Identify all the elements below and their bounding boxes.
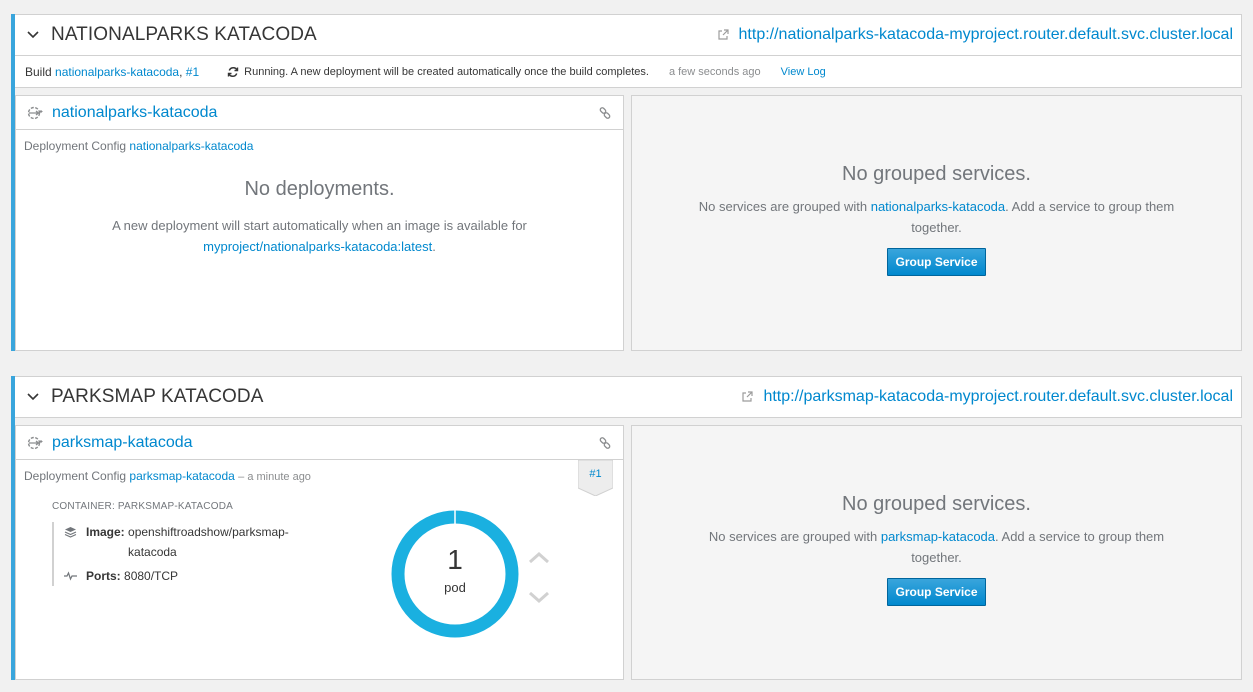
deployment-config-card: nationalparks-katacoda Deployment Config… [15, 95, 624, 351]
chevron-down-icon[interactable] [15, 31, 51, 39]
app-title: NATIONALPARKS KATACODA [51, 24, 317, 45]
image-value: openshiftroadshow/parksmap-katacoda [128, 525, 289, 559]
layers-icon [64, 522, 78, 542]
config-label: Deployment Config [24, 469, 127, 483]
deployment-config-name[interactable]: nationalparks-katacoda [52, 104, 217, 122]
app-section-nationalparks: NATIONALPARKS KATACODA http://nationalpa… [11, 14, 1242, 351]
deployment-number-link[interactable]: #1 [578, 468, 613, 480]
grouped-services-text: No services are grouped with nationalpar… [632, 196, 1241, 238]
container-label: CONTAINER: PARKSMAP-KATACODA [52, 501, 233, 512]
config-time: a minute ago [247, 471, 311, 483]
group-service-button[interactable]: Group Service [887, 248, 986, 276]
deployment-config-card: parksmap-katacoda Deployment Config park… [15, 425, 624, 680]
chain-link-icon[interactable] [599, 106, 613, 120]
external-link-icon [717, 28, 731, 42]
build-status-bar: Build nationalparks-katacoda, #1 Running… [15, 56, 1242, 88]
grouped-services-text: No services are grouped with parksmap-ka… [632, 526, 1241, 568]
chevron-up-icon[interactable] [527, 548, 551, 566]
no-grouped-services-title: No grouped services. [842, 493, 1031, 515]
app-header: PARKSMAP KATACODA http://parksmap-kataco… [15, 376, 1242, 418]
chevron-down-icon[interactable] [527, 588, 551, 606]
deployment-number-badge[interactable]: #1 [577, 459, 614, 497]
container-info: CONTAINER: PARKSMAP-KATACODA Image: open… [52, 501, 342, 590]
deployment-config-icon [26, 434, 44, 452]
route-link[interactable]: http://nationalparks-katacoda-myproject.… [739, 26, 1233, 44]
config-name-link[interactable]: parksmap-katacoda [129, 469, 234, 483]
app-title: PARKSMAP KATACODA [51, 386, 264, 407]
deployment-config-name[interactable]: parksmap-katacoda [52, 434, 193, 452]
grouped-services-text-start: No services are grouped with [698, 199, 871, 214]
build-prefix: Build [25, 64, 52, 79]
route-link[interactable]: http://parksmap-katacoda-myproject.route… [763, 388, 1233, 406]
app-header: NATIONALPARKS KATACODA http://nationalpa… [15, 14, 1242, 56]
app-section-parksmap: PARKSMAP KATACODA http://parksmap-kataco… [11, 376, 1242, 680]
pod-label: pod [444, 580, 466, 595]
build-time: a few seconds ago [668, 65, 761, 78]
group-service-button[interactable]: Group Service [887, 578, 986, 606]
ports-label: Ports: [86, 569, 121, 583]
refresh-icon [227, 66, 239, 78]
ports-value: 8080/TCP [124, 569, 179, 583]
grouped-services-dc-link[interactable]: parksmap-katacoda [881, 529, 995, 544]
pod-count: 1 [447, 544, 463, 575]
config-name-link[interactable]: nationalparks-katacoda [129, 139, 253, 153]
config-label: Deployment Config [24, 139, 127, 153]
no-grouped-services-title: No grouped services. [842, 163, 1031, 185]
no-deployments-title: No deployments. [244, 178, 395, 200]
chain-link-icon[interactable] [599, 436, 613, 450]
chevron-down-icon[interactable] [15, 393, 51, 401]
build-name-link[interactable]: nationalparks-katacoda [55, 65, 179, 79]
grouped-services-dc-link[interactable]: nationalparks-katacoda [871, 199, 1005, 214]
no-deployments-text: A new deployment will start automaticall… [112, 218, 527, 233]
grouped-services-text-start: No services are grouped with [708, 529, 881, 544]
grouped-services-card: No grouped services. No services are gro… [631, 425, 1242, 680]
pulse-icon [64, 566, 78, 586]
image-label: Image: [86, 525, 125, 539]
image-stream-link[interactable]: myproject/nationalparks-katacoda:latest [203, 239, 432, 254]
build-number-link[interactable]: #1 [186, 65, 199, 79]
build-status-text: Running. A new deployment will be create… [244, 65, 649, 78]
overview-page: NATIONALPARKS KATACODA http://nationalpa… [0, 0, 1253, 692]
grouped-services-card: No grouped services. No services are gro… [631, 95, 1242, 351]
external-link-icon [741, 390, 755, 404]
deployment-config-icon [26, 104, 44, 122]
view-log-link[interactable]: View Log [781, 66, 826, 78]
